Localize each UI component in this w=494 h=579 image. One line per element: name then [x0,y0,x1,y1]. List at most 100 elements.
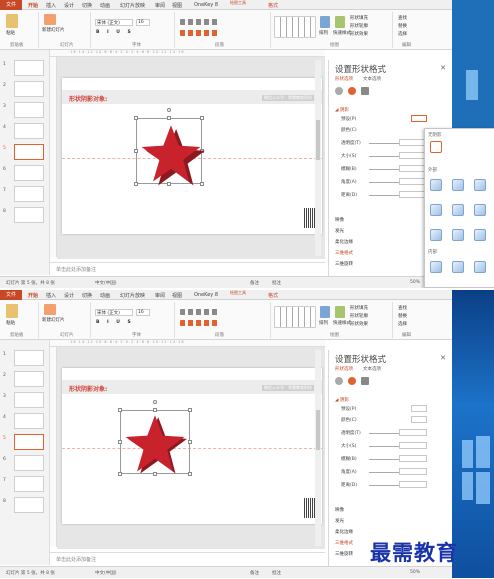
tab-slideshow[interactable]: 幻灯片放映 [120,2,145,9]
tab-onekey[interactable]: OneKey 8 [194,2,218,8]
shadow-none-option[interactable] [430,141,442,153]
tab-design[interactable]: 设计 [64,2,74,9]
arrange-button[interactable]: 排列 [319,30,328,36]
size-properties-icon[interactable] [361,87,369,95]
slide-thumb-4[interactable] [14,123,44,139]
paste-button[interactable]: 粘贴 [6,320,15,326]
slide-thumb-5[interactable] [14,144,44,160]
tab-transitions[interactable]: 切换 [82,292,92,299]
shadow-option[interactable] [474,261,486,273]
slide-title[interactable]: 形状阴影对象: [69,94,107,103]
tab-slideshow[interactable]: 幻灯片放映 [120,292,145,299]
replace-button[interactable]: 替换 [398,23,407,29]
arrange-icon[interactable] [320,16,330,28]
font-format-buttons[interactable]: B I U S [96,320,134,325]
font-size-select[interactable]: 16 [136,309,150,316]
slide-thumb-3[interactable] [14,392,44,408]
slide-thumb-2[interactable] [14,371,44,387]
section-soft-edges[interactable]: 柔化边缘 [335,239,353,245]
shape-effects-button[interactable]: 形状效果 [350,31,368,37]
section-3d-format[interactable]: 三维格式 [335,250,353,256]
rotate-handle[interactable] [167,108,171,112]
new-slide-button[interactable]: 新建幻灯片 [42,317,65,323]
angle-input[interactable] [399,178,427,185]
shadow-option[interactable] [474,204,486,216]
shadow-option[interactable] [452,179,464,191]
tab-shape-options[interactable]: 形状选项 [335,366,353,372]
section-3d-format[interactable]: 三维格式 [335,540,353,546]
blur-input[interactable] [399,165,427,172]
paragraph-icons[interactable] [180,19,220,25]
transparency-input[interactable] [399,429,427,436]
tab-insert[interactable]: 插入 [46,292,56,299]
fill-line-icon[interactable] [335,87,343,95]
tab-text-options[interactable]: 文本选项 [363,366,381,372]
tab-transitions[interactable]: 切换 [82,2,92,9]
font-name-select[interactable]: 宋体 (正文) [95,309,133,316]
align-icons[interactable] [180,30,220,36]
quick-styles-button[interactable]: 快速样式 [333,320,351,326]
slide-canvas[interactable]: 形状阴影对象: 微信公众号：常需教育科技 [62,78,322,234]
slide-thumb-7[interactable] [14,186,44,202]
section-reflection[interactable]: 映像 [335,507,344,513]
comments-button[interactable]: 批注 [272,570,281,576]
find-button[interactable]: 查找 [398,15,407,21]
rotate-handle[interactable] [153,400,157,404]
fill-line-icon[interactable] [335,377,343,385]
transparency-input[interactable] [399,139,427,146]
shapes-gallery[interactable] [274,16,316,38]
find-button[interactable]: 查找 [398,305,407,311]
tab-format[interactable]: 格式 [268,2,278,9]
tab-text-options[interactable]: 文本选项 [363,76,381,82]
shape-outline-button[interactable]: 形状轮廓 [350,23,368,29]
tab-format[interactable]: 格式 [268,292,278,299]
shadow-option[interactable] [474,229,486,241]
color-dropdown[interactable] [411,416,427,423]
preset-dropdown[interactable] [411,405,427,412]
select-button[interactable]: 选择 [398,31,407,37]
size-input[interactable] [399,152,427,159]
tab-animations[interactable]: 动画 [100,292,110,299]
new-slide-icon[interactable] [44,304,56,315]
star-shape[interactable] [120,412,190,476]
notes-pane[interactable]: 单击此处添加备注 [50,262,325,275]
shadow-option[interactable] [430,204,442,216]
tab-view[interactable]: 视图 [172,2,182,9]
tab-review[interactable]: 审阅 [155,292,165,299]
slide-thumb-8[interactable] [14,207,44,223]
quick-styles-icon[interactable] [335,16,345,28]
paragraph-icons[interactable] [180,309,220,315]
section-glow[interactable]: 发光 [335,518,344,524]
slide-thumb-6[interactable] [14,165,44,181]
resize-handle[interactable] [134,116,138,120]
new-slide-button[interactable]: 新建幻灯片 [42,27,65,33]
notes-pane[interactable]: 单击此处添加备注 [50,552,325,565]
tab-view[interactable]: 视图 [172,292,182,299]
slide-thumb-3[interactable] [14,102,44,118]
vertical-scrollbar[interactable] [315,350,321,546]
slide-canvas[interactable]: 形状阴影对象: 微信公众号：常需教育科技 [62,368,322,524]
slide-thumb-7[interactable] [14,476,44,492]
size-properties-icon[interactable] [361,377,369,385]
section-glow[interactable]: 发光 [335,228,344,234]
section-soft-edges[interactable]: 柔化边缘 [335,529,353,535]
tab-onekey[interactable]: OneKey 8 [194,292,218,298]
preset-dropdown[interactable] [411,115,427,122]
section-shadow[interactable]: ◢ 阴影 [335,397,349,403]
distance-input[interactable] [399,191,427,198]
shapes-gallery[interactable] [274,306,316,328]
shadow-option[interactable] [452,204,464,216]
tab-insert[interactable]: 插入 [46,2,56,9]
font-format-buttons[interactable]: B I U S [96,30,134,35]
zoom-level[interactable]: 50% [410,280,420,285]
shadow-option[interactable] [452,261,464,273]
notes-button[interactable]: 备注 [250,570,259,576]
slide-thumb-1[interactable] [14,60,44,76]
comments-button[interactable]: 批注 [272,280,281,286]
replace-button[interactable]: 替换 [398,313,407,319]
tab-home[interactable]: 开始 [28,292,38,299]
tab-design[interactable]: 设计 [64,292,74,299]
shape-outline-button[interactable]: 形状轮廓 [350,313,368,319]
effects-icon[interactable] [348,87,356,95]
section-shadow[interactable]: ◢ 阴影 [335,107,349,113]
